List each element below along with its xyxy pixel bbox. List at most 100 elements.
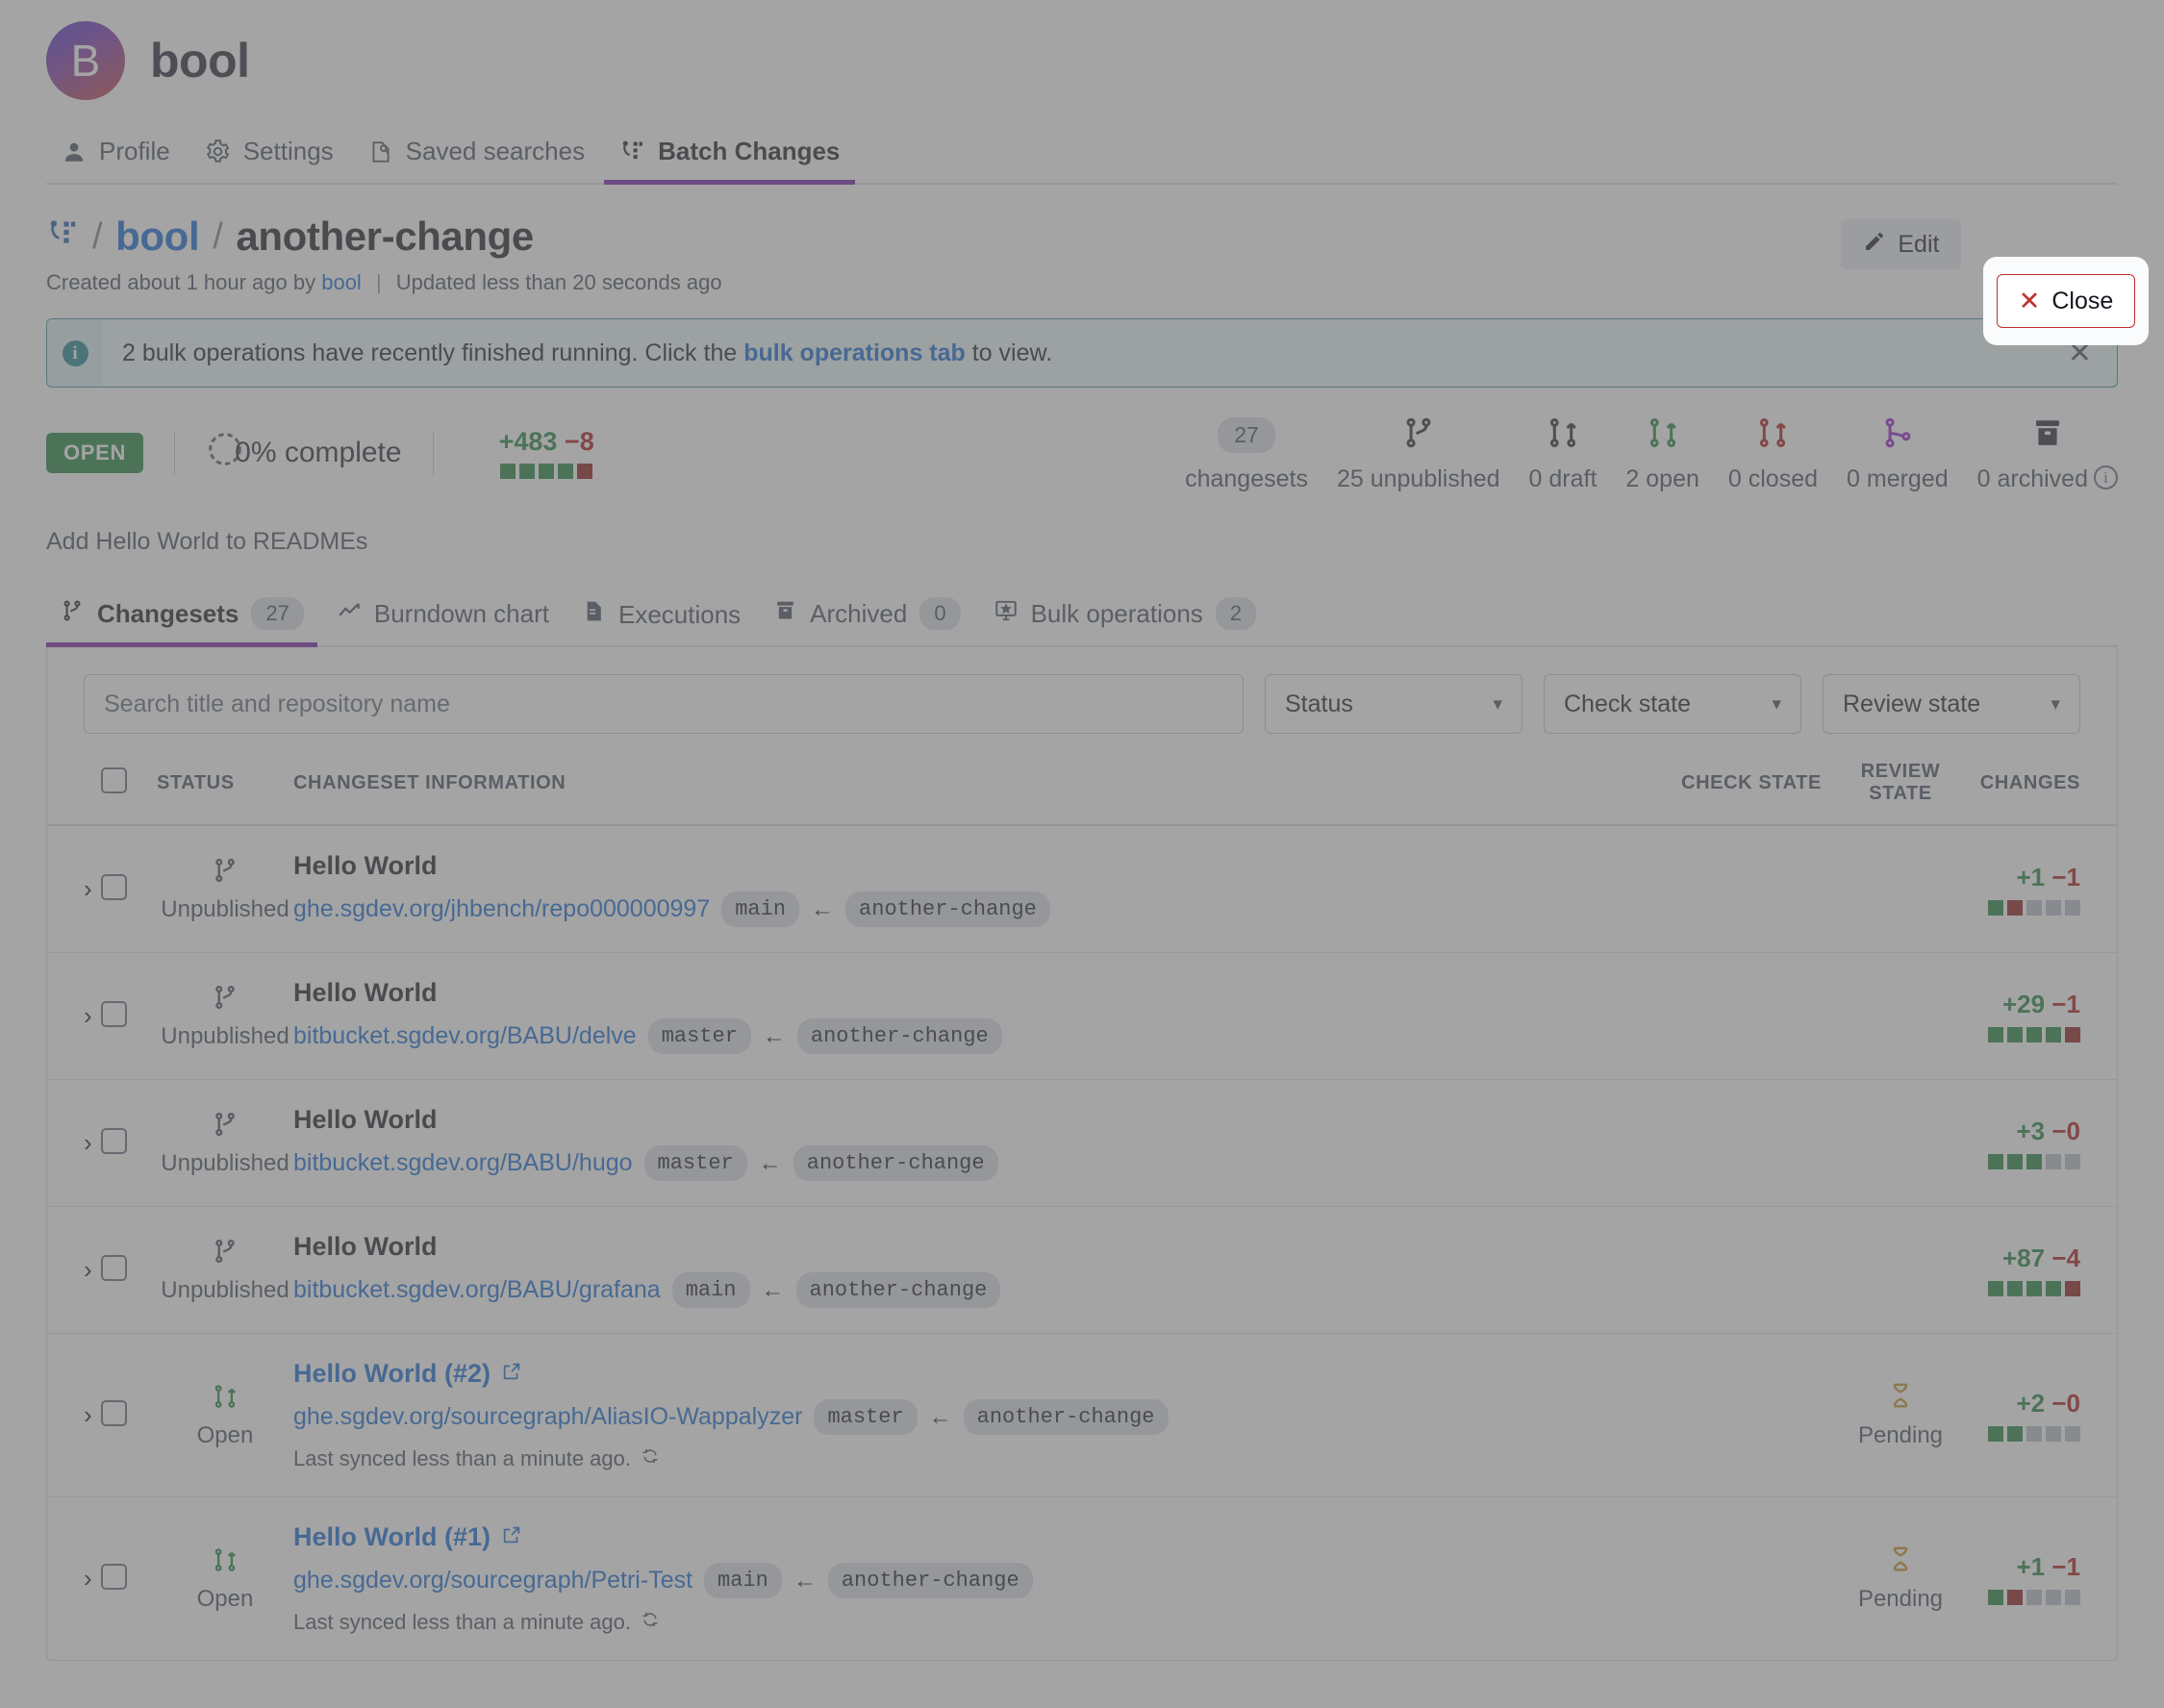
review-state-label: Pending	[1857, 1422, 1944, 1448]
changeset-title: Hello World	[293, 1105, 1674, 1135]
row-diff-deleted: −0	[2051, 1117, 2080, 1145]
repository-link[interactable]: ghe.sgdev.org/sourcegraph/Petri-Test	[293, 1567, 692, 1595]
nav-item-saved-searches[interactable]: Saved searches	[353, 127, 600, 183]
row-status-cell: Unpublished	[157, 1206, 293, 1334]
changeset-title-text: Hello World (#2)	[293, 1359, 491, 1388]
tab-archived[interactable]: Archived 0	[760, 589, 973, 645]
changeset-title[interactable]: Hello World (#1)	[293, 1522, 522, 1552]
diff-square	[2007, 1590, 2023, 1605]
changeset-repo-row: bitbucket.sgdev.org/BABU/hugo master ← a…	[293, 1145, 1674, 1181]
diff-square	[2007, 1154, 2023, 1169]
state-changesets: 27 changesets	[1185, 413, 1308, 493]
nav-item-settings[interactable]: Settings	[189, 127, 349, 183]
external-link-icon[interactable]	[501, 1522, 522, 1552]
table-header-row: STATUS CHANGESET INFORMATION CHECK STATE…	[47, 753, 2117, 826]
status-label: Open	[196, 1585, 254, 1612]
hourglass-icon	[1886, 1545, 1915, 1580]
table-row[interactable]: › Unpublished Hello World ghe.sgdev.org/…	[47, 825, 2117, 953]
base-branch-label: master	[643, 1145, 747, 1181]
changeset-info: Hello World (#2) ghe.sgdev.org/sourcegra…	[293, 1334, 1674, 1496]
org-header: B bool	[46, 0, 2118, 100]
diff-square	[2026, 1590, 2042, 1605]
status-label: Unpublished	[161, 1149, 289, 1176]
draft-label: 0 draft	[1528, 465, 1598, 492]
edit-button[interactable]: Edit	[1841, 219, 1962, 269]
diff-square	[539, 464, 555, 479]
merged-icon-wrap	[1879, 413, 1916, 457]
table-row[interactable]: › Unpublished Hello World bitbucket.sgde…	[47, 1079, 2117, 1207]
table-row[interactable]: › Open Hello World (#2) ghe.sgdev.org/so…	[47, 1333, 2117, 1497]
bulk-operations-tab-link[interactable]: bulk operations tab	[743, 339, 966, 367]
head-branch-label: another-change	[845, 892, 1050, 927]
chevron-right-icon[interactable]: ›	[84, 1128, 92, 1157]
nav-item-profile[interactable]: Profile	[46, 127, 186, 183]
info-circle-icon[interactable]: i	[2094, 465, 2118, 490]
diff-squares	[1973, 1281, 2080, 1296]
created-by-link[interactable]: bool	[321, 270, 362, 294]
external-link-icon[interactable]	[501, 1359, 522, 1389]
row-check-state-cell	[1674, 1079, 1828, 1207]
tab-burndown-chart[interactable]: Burndown chart	[323, 590, 563, 645]
tab-bulk-operations[interactable]: Bulk operations 2	[980, 589, 1270, 645]
row-checkbox[interactable]	[101, 1000, 127, 1027]
chevron-right-icon[interactable]: ›	[84, 1255, 92, 1284]
created-text: Created about 1 hour ago by	[46, 270, 316, 294]
diff-square	[2026, 1154, 2042, 1169]
row-expander-cell: ›	[47, 825, 101, 953]
review-state-filter[interactable]: Review state ▾	[1823, 674, 2080, 734]
row-changes-cell: +2 −0	[1973, 1333, 2117, 1497]
changesets-count: 27	[1218, 416, 1275, 453]
status-filter[interactable]: Status ▾	[1265, 674, 1522, 734]
base-branch-label: main	[671, 1272, 750, 1308]
chevron-right-icon[interactable]: ›	[84, 1564, 92, 1593]
refresh-icon[interactable]	[641, 1446, 660, 1471]
status-indicator: Unpublished	[157, 831, 293, 948]
repository-link[interactable]: bitbucket.sgdev.org/BABU/hugo	[293, 1149, 633, 1177]
gear-icon	[205, 138, 231, 164]
repository-link[interactable]: bitbucket.sgdev.org/BABU/grafana	[293, 1276, 661, 1304]
head-branch-label: another-change	[963, 1399, 1169, 1435]
row-checkbox[interactable]	[101, 1127, 127, 1154]
base-branch-label: main	[721, 892, 800, 927]
row-info-cell: Hello World (#2) ghe.sgdev.org/sourcegra…	[293, 1333, 1674, 1497]
tab-executions[interactable]: Executions	[568, 590, 754, 645]
row-status-cell: Unpublished	[157, 1079, 293, 1207]
check-state-filter[interactable]: Check state ▾	[1544, 674, 1801, 734]
search-input[interactable]	[84, 674, 1244, 734]
row-checkbox[interactable]	[101, 873, 127, 900]
chevron-right-icon[interactable]: ›	[84, 1001, 92, 1030]
changeset-title-text: Hello World	[293, 1232, 438, 1261]
row-review-state-cell: Pending	[1828, 1333, 1973, 1497]
archive-icon	[2030, 415, 2065, 455]
breadcrumb-separator-2: /	[213, 215, 223, 257]
row-changes-cell: +1 −1	[1973, 1497, 2117, 1661]
close-button[interactable]: ✕ Close	[1996, 274, 2136, 328]
select-all-checkbox[interactable]	[101, 766, 127, 793]
diff-square	[519, 464, 536, 479]
repository-link[interactable]: bitbucket.sgdev.org/BABU/delve	[293, 1022, 637, 1050]
archive-icon	[773, 598, 797, 629]
chevron-right-icon[interactable]: ›	[84, 1400, 92, 1429]
breadcrumb-namespace[interactable]: bool	[115, 214, 199, 260]
table-head: STATUS CHANGESET INFORMATION CHECK STATE…	[47, 753, 2117, 826]
user-icon	[62, 139, 87, 164]
changeset-title[interactable]: Hello World (#2)	[293, 1359, 522, 1389]
refresh-icon[interactable]	[641, 1610, 660, 1635]
row-checkbox[interactable]	[101, 1563, 127, 1590]
table-row[interactable]: › Unpublished Hello World bitbucket.sgde…	[47, 1206, 2117, 1334]
table-row[interactable]: › Unpublished Hello World bitbucket.sgde…	[47, 952, 2117, 1080]
row-checkbox[interactable]	[101, 1399, 127, 1426]
changeset-repo-row: bitbucket.sgdev.org/BABU/delve master ← …	[293, 1018, 1674, 1054]
nav-item-batch-changes[interactable]: Batch Changes	[604, 127, 856, 185]
row-diff-numbers: +29 −1	[1973, 990, 2080, 1019]
tab-label: Burndown chart	[373, 599, 549, 628]
row-status-cell: Unpublished	[157, 952, 293, 1080]
table-row[interactable]: › Open Hello World (#1) ghe.sgdev.org/so…	[47, 1497, 2117, 1661]
avatar: B	[46, 21, 125, 100]
repository-link[interactable]: ghe.sgdev.org/jhbench/repo000000997	[293, 895, 710, 923]
th-review-state: REVIEW STATE	[1828, 753, 1973, 826]
tab-changesets[interactable]: Changesets 27	[46, 589, 317, 647]
repository-link[interactable]: ghe.sgdev.org/sourcegraph/AliasIO-Wappal…	[293, 1403, 802, 1431]
chevron-right-icon[interactable]: ›	[84, 874, 92, 903]
row-checkbox[interactable]	[101, 1254, 127, 1281]
